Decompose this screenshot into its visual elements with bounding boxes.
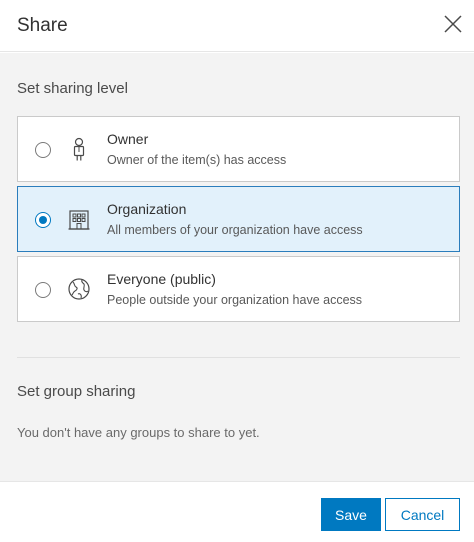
radio-organization[interactable] — [35, 212, 51, 228]
sharing-option-owner[interactable]: Owner Owner of the item(s) has access — [17, 116, 460, 182]
no-groups-message: You don't have any groups to share to ye… — [17, 425, 260, 440]
radio-selected-dot — [39, 216, 47, 224]
building-icon — [67, 206, 91, 232]
close-icon[interactable] — [442, 13, 464, 35]
option-title: Everyone (public) — [107, 271, 216, 287]
sharing-option-everyone[interactable]: Everyone (public) People outside your or… — [17, 256, 460, 322]
person-icon — [67, 136, 91, 162]
sharing-level-label: Set sharing level — [17, 80, 128, 97]
group-sharing-label: Set group sharing — [17, 383, 136, 400]
dialog-header: Share — [0, 0, 474, 52]
option-title: Organization — [107, 201, 187, 217]
dialog-content: Set sharing level Owner Owner of the ite… — [0, 53, 474, 481]
option-description: All members of your organization have ac… — [107, 223, 363, 237]
option-description: Owner of the item(s) has access — [107, 153, 287, 167]
share-dialog: Share Set sharing level Owner Owner of t… — [0, 0, 474, 542]
section-divider — [17, 357, 460, 358]
save-button[interactable]: Save — [321, 498, 381, 531]
cancel-button[interactable]: Cancel — [385, 498, 460, 531]
option-description: People outside your organization have ac… — [107, 293, 363, 307]
globe-icon — [67, 276, 91, 302]
radio-everyone[interactable] — [35, 282, 51, 298]
dialog-footer: Save Cancel — [0, 481, 474, 542]
dialog-title: Share — [17, 15, 68, 36]
sharing-option-organization[interactable]: Organization All members of your organiz… — [17, 186, 460, 252]
radio-owner[interactable] — [35, 142, 51, 158]
option-title: Owner — [107, 131, 149, 147]
